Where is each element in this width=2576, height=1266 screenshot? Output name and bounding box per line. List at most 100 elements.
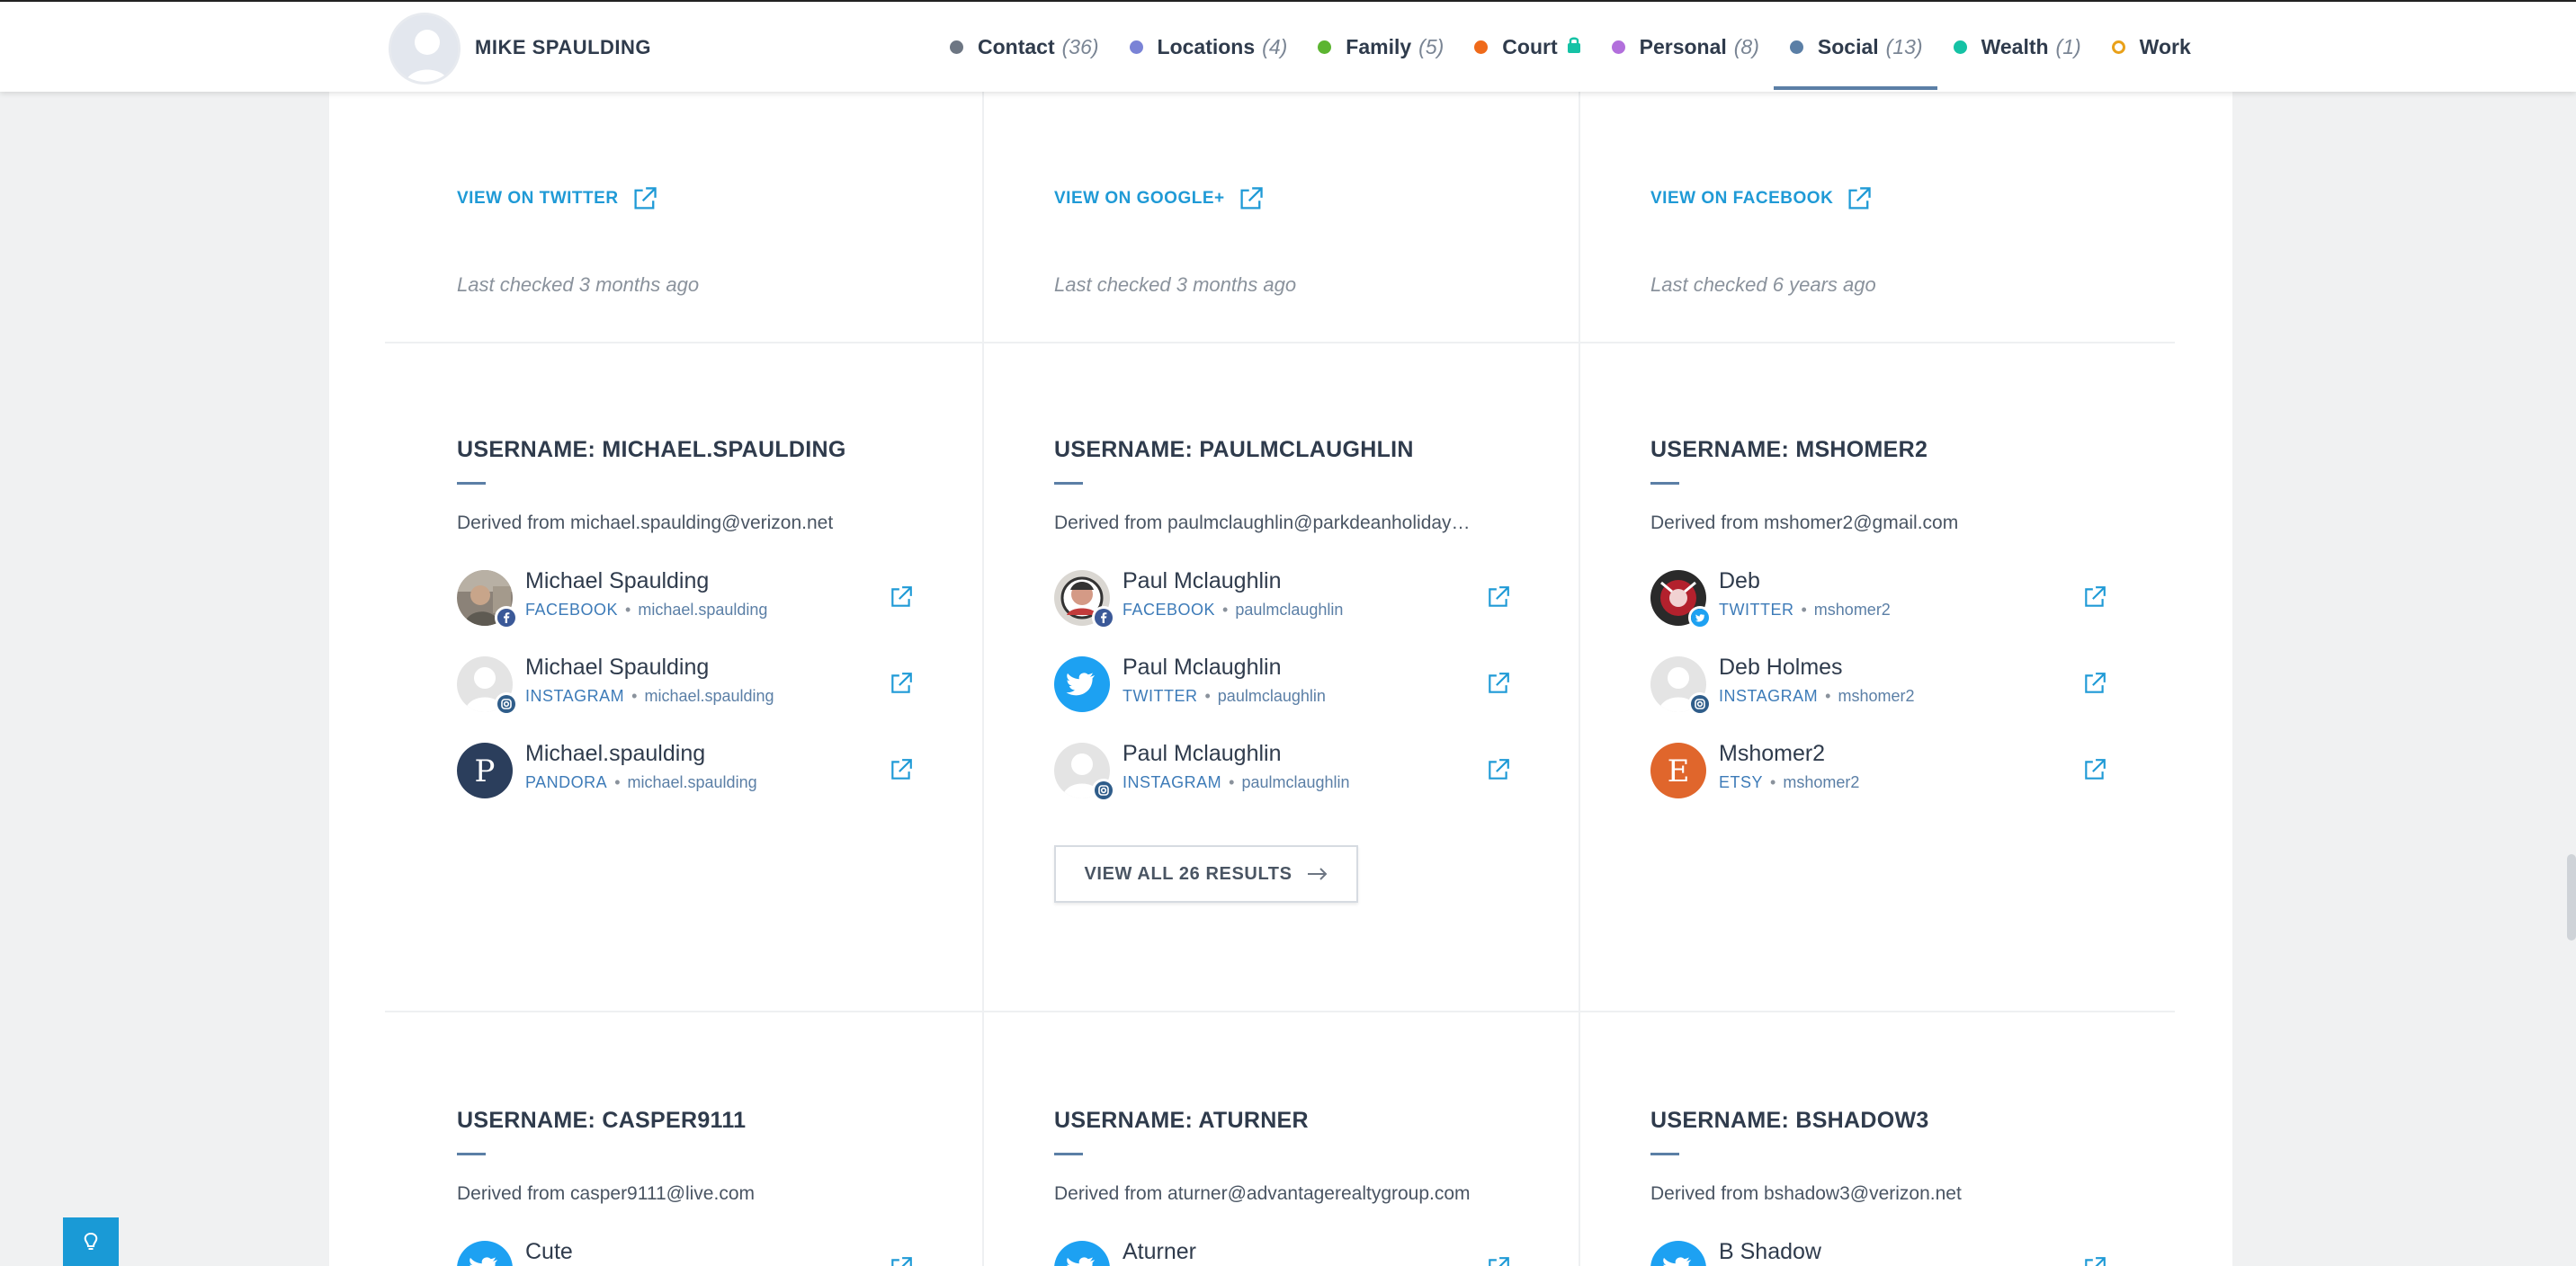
result-item[interactable]: Paul Mclaughlin FACEBOOK • paulmclaughlin (1054, 568, 1522, 633)
result-name: Michael Spaulding (525, 568, 710, 593)
external-link-icon (1848, 187, 1871, 210)
result-item[interactable]: Deb TWITTER • mshomer2 (1650, 568, 2118, 633)
external-link-icon (891, 1257, 912, 1266)
tab-label: Contact (978, 34, 1055, 58)
result-item[interactable]: AturnerTWITTER (1054, 1239, 1522, 1266)
result-name: Paul Mclaughlin (1123, 568, 1282, 593)
open-result-link[interactable] (1486, 1255, 1511, 1266)
last-checked: Last checked 6 years ago (1650, 273, 1876, 296)
view-on-link[interactable]: VIEW ON TWITTER (457, 185, 658, 212)
open-result-link[interactable] (2082, 757, 2107, 787)
tab-label: Personal (1639, 34, 1727, 58)
result-avatar (1054, 1241, 1110, 1266)
result-item[interactable]: Deb Holmes INSTAGRAM • mshomer2 (1650, 655, 2118, 719)
open-result-link[interactable] (889, 757, 914, 787)
open-result-link[interactable] (1486, 671, 1511, 700)
meta-separator: • (614, 773, 621, 791)
result-username: paulmclaughlin (1241, 773, 1350, 791)
result-source: INSTAGRAM (525, 687, 625, 705)
heading-underline (457, 1153, 486, 1155)
view-on-link[interactable]: VIEW ON FACEBOOK (1650, 185, 1873, 212)
open-result-link[interactable] (889, 1255, 914, 1266)
tab-locations[interactable]: Locations (4) (1129, 2, 1287, 92)
status-dot (1318, 40, 1332, 54)
view-all-label: VIEW ALL 26 RESULTS (1084, 863, 1292, 884)
tab-personal[interactable]: Personal (8) (1611, 2, 1759, 92)
view-on-link[interactable]: VIEW ON GOOGLE+ (1054, 185, 1265, 212)
external-link-icon (1489, 586, 1509, 607)
meta-separator: • (1222, 601, 1229, 619)
top-bar: MIKE SPAULDING Contact (36) Locations (4) Fa… (0, 0, 2576, 92)
facebook-icon (1092, 606, 1115, 629)
view-on-label: VIEW ON GOOGLE+ (1054, 189, 1225, 208)
result-username: paulmclaughlin (1217, 687, 1326, 705)
row-divider (385, 342, 2175, 343)
meta-separator: • (625, 601, 631, 619)
result-username: michael.spaulding (627, 773, 757, 791)
status-dot (1953, 40, 1967, 54)
status-dot (1611, 40, 1625, 54)
username-heading: USERNAME: PAULMCLAUGHLIN (1054, 437, 1414, 462)
tab-label: Social (1817, 34, 1879, 58)
open-result-link[interactable] (1486, 584, 1511, 614)
open-result-link[interactable] (889, 584, 914, 614)
row-divider (385, 1011, 2175, 1012)
result-item[interactable]: E Mshomer2 ETSY • mshomer2 (1650, 741, 2118, 806)
result-item[interactable]: CuteTWITTER (457, 1239, 925, 1266)
arrow-right-icon (1307, 868, 1327, 880)
instagram-icon (1688, 692, 1712, 716)
tab-count: (13) (1885, 34, 1923, 58)
tab-label: Locations (1157, 34, 1256, 58)
lightbulb-icon (84, 1232, 98, 1250)
external-link-icon (891, 586, 912, 607)
tab-work[interactable]: Work (2111, 2, 2191, 92)
tab-court[interactable]: Court (1474, 2, 1580, 92)
derived-from-text: Derived from paulmclaughlin@parkdeanholi… (1054, 513, 1471, 533)
result-meta: FACEBOOK • paulmclaughlin (1123, 601, 1343, 620)
tab-social[interactable]: Social (13) (1773, 2, 1937, 92)
open-result-link[interactable] (2082, 1255, 2107, 1266)
result-source: FACEBOOK (1123, 601, 1216, 619)
tab-contact[interactable]: Contact (36) (950, 2, 1099, 92)
status-dot (1129, 40, 1143, 54)
result-item[interactable]: Paul Mclaughlin TWITTER • paulmclaughlin (1054, 655, 1522, 719)
meta-separator: • (1825, 687, 1831, 705)
view-all-results-button[interactable]: VIEW ALL 26 RESULTS (1054, 845, 1358, 903)
scrollbar-thumb[interactable] (2567, 854, 2576, 941)
result-source: INSTAGRAM (1123, 773, 1222, 791)
result-source: INSTAGRAM (1719, 687, 1819, 705)
column-divider (1579, 92, 1580, 1266)
open-result-link[interactable] (889, 671, 914, 700)
heading-underline (1054, 482, 1083, 485)
tab-wealth[interactable]: Wealth (1) (1953, 2, 2081, 92)
result-avatar (1054, 656, 1110, 712)
result-avatar (457, 1241, 513, 1266)
derived-from-text: Derived from mshomer2@gmail.com (1650, 513, 1959, 533)
open-result-link[interactable] (2082, 671, 2107, 700)
open-result-link[interactable] (2082, 584, 2107, 614)
heading-underline (1650, 482, 1679, 485)
column-divider (982, 92, 984, 1266)
status-dot (950, 40, 963, 54)
result-item[interactable]: P Michael.spaulding PANDORA • michael.spauld… (457, 741, 925, 806)
tab-label: Wealth (1981, 34, 2049, 58)
tab-label: Court (1502, 34, 1558, 58)
result-item[interactable]: Michael Spaulding FACEBOOK • michael.spauld… (457, 568, 925, 633)
profile-avatar (389, 13, 461, 85)
result-item[interactable]: Michael Spaulding INSTAGRAM • michael.spaul… (457, 655, 925, 719)
lock-icon (1567, 37, 1580, 53)
open-result-link[interactable] (1486, 757, 1511, 787)
result-source: FACEBOOK (525, 601, 619, 619)
tab-label: Family (1346, 34, 1412, 58)
external-link-icon (2085, 1257, 2106, 1266)
meta-separator: • (1204, 687, 1211, 705)
last-checked: Last checked 3 months ago (457, 273, 700, 296)
tab-family[interactable]: Family (5) (1318, 2, 1444, 92)
result-item[interactable]: B ShadowTWITTER (1650, 1239, 2118, 1266)
status-dot (2111, 40, 2125, 54)
result-item[interactable]: Paul Mclaughlin INSTAGRAM • paulmclaughlin (1054, 741, 1522, 806)
meta-separator: • (1770, 773, 1776, 791)
meta-separator: • (1229, 773, 1235, 791)
external-link-icon (634, 187, 657, 210)
help-button[interactable] (63, 1217, 119, 1266)
